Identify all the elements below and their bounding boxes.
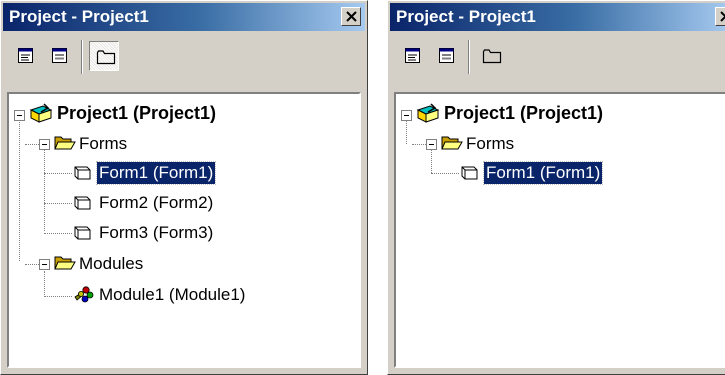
tree-node-forms-folder[interactable]: Forms [464, 133, 516, 155]
close-button[interactable] [341, 7, 361, 26]
collapse-expander-forms[interactable] [426, 139, 437, 150]
project-explorer-window-left: Project - Project1 Project1 (Project1) F… [0, 0, 368, 375]
tree-node-forms-folder[interactable]: Forms [77, 133, 129, 155]
toolbar-separator [81, 40, 83, 74]
collapse-expander-modules[interactable] [39, 259, 50, 270]
tree-line [19, 116, 20, 261]
view-code-icon [405, 48, 420, 63]
tree-line [44, 233, 72, 234]
tree-node-form2[interactable]: Form2 (Form2) [97, 192, 215, 214]
project-tree[interactable]: Project1 (Project1) Forms Form1 (Form1) [394, 92, 725, 368]
collapse-expander-root[interactable] [14, 110, 25, 121]
project-tree[interactable]: Project1 (Project1) Forms Form1 (Form1) … [7, 92, 361, 368]
tree-node-modules-folder[interactable]: Modules [77, 253, 145, 275]
close-icon [346, 11, 357, 22]
folder-open-icon [54, 256, 76, 270]
window-title-bar[interactable]: Project - Project1 [3, 3, 365, 31]
view-code-icon [18, 48, 33, 63]
window-title-bar[interactable]: Project - Project1 [390, 3, 725, 31]
tree-line [431, 146, 432, 173]
close-icon [720, 11, 725, 22]
folder-open-icon [54, 136, 76, 150]
folder-icon [96, 50, 116, 65]
window-title: Project - Project1 [396, 7, 536, 26]
toolbar-separator [468, 40, 470, 74]
form-icon [74, 166, 91, 180]
project-explorer-window-right: Project - Project1 Project1 (Project1) F… [387, 0, 725, 375]
tree-line [44, 271, 45, 297]
view-object-icon [52, 48, 67, 63]
tree-node-form1[interactable]: Form1 (Form1) [95, 161, 217, 185]
tree-line [44, 173, 72, 174]
folder-icon [482, 49, 502, 64]
folder-open-icon [441, 136, 463, 150]
module-icon [74, 286, 94, 303]
form-icon [74, 226, 91, 240]
toolbar [3, 34, 365, 90]
collapse-expander-root[interactable] [401, 110, 412, 121]
tree-node-form3[interactable]: Form3 (Form3) [97, 222, 215, 244]
view-code-button[interactable] [398, 41, 428, 71]
tree-node-form1[interactable]: Form1 (Form1) [482, 161, 604, 185]
toggle-folders-button[interactable] [89, 41, 119, 71]
collapse-expander-forms[interactable] [39, 139, 50, 150]
tree-line [44, 146, 45, 231]
close-button[interactable] [715, 7, 725, 26]
tree-node-project[interactable]: Project1 (Project1) [442, 102, 605, 124]
form-icon [74, 196, 91, 210]
view-object-icon [439, 48, 454, 63]
project-icon [29, 103, 53, 123]
tree-node-module1[interactable]: Module1 (Module1) [97, 284, 247, 306]
tree-node-project[interactable]: Project1 (Project1) [55, 102, 218, 124]
tree-line [44, 296, 72, 297]
form-icon [461, 166, 478, 180]
toggle-folders-button[interactable] [476, 41, 506, 71]
tree-line [44, 203, 72, 204]
toolbar [390, 34, 723, 90]
view-object-button[interactable] [432, 41, 462, 71]
tree-line [431, 173, 459, 174]
window-title: Project - Project1 [9, 7, 149, 26]
view-object-button[interactable] [45, 41, 75, 71]
view-code-button[interactable] [11, 41, 41, 71]
project-icon [416, 103, 440, 123]
